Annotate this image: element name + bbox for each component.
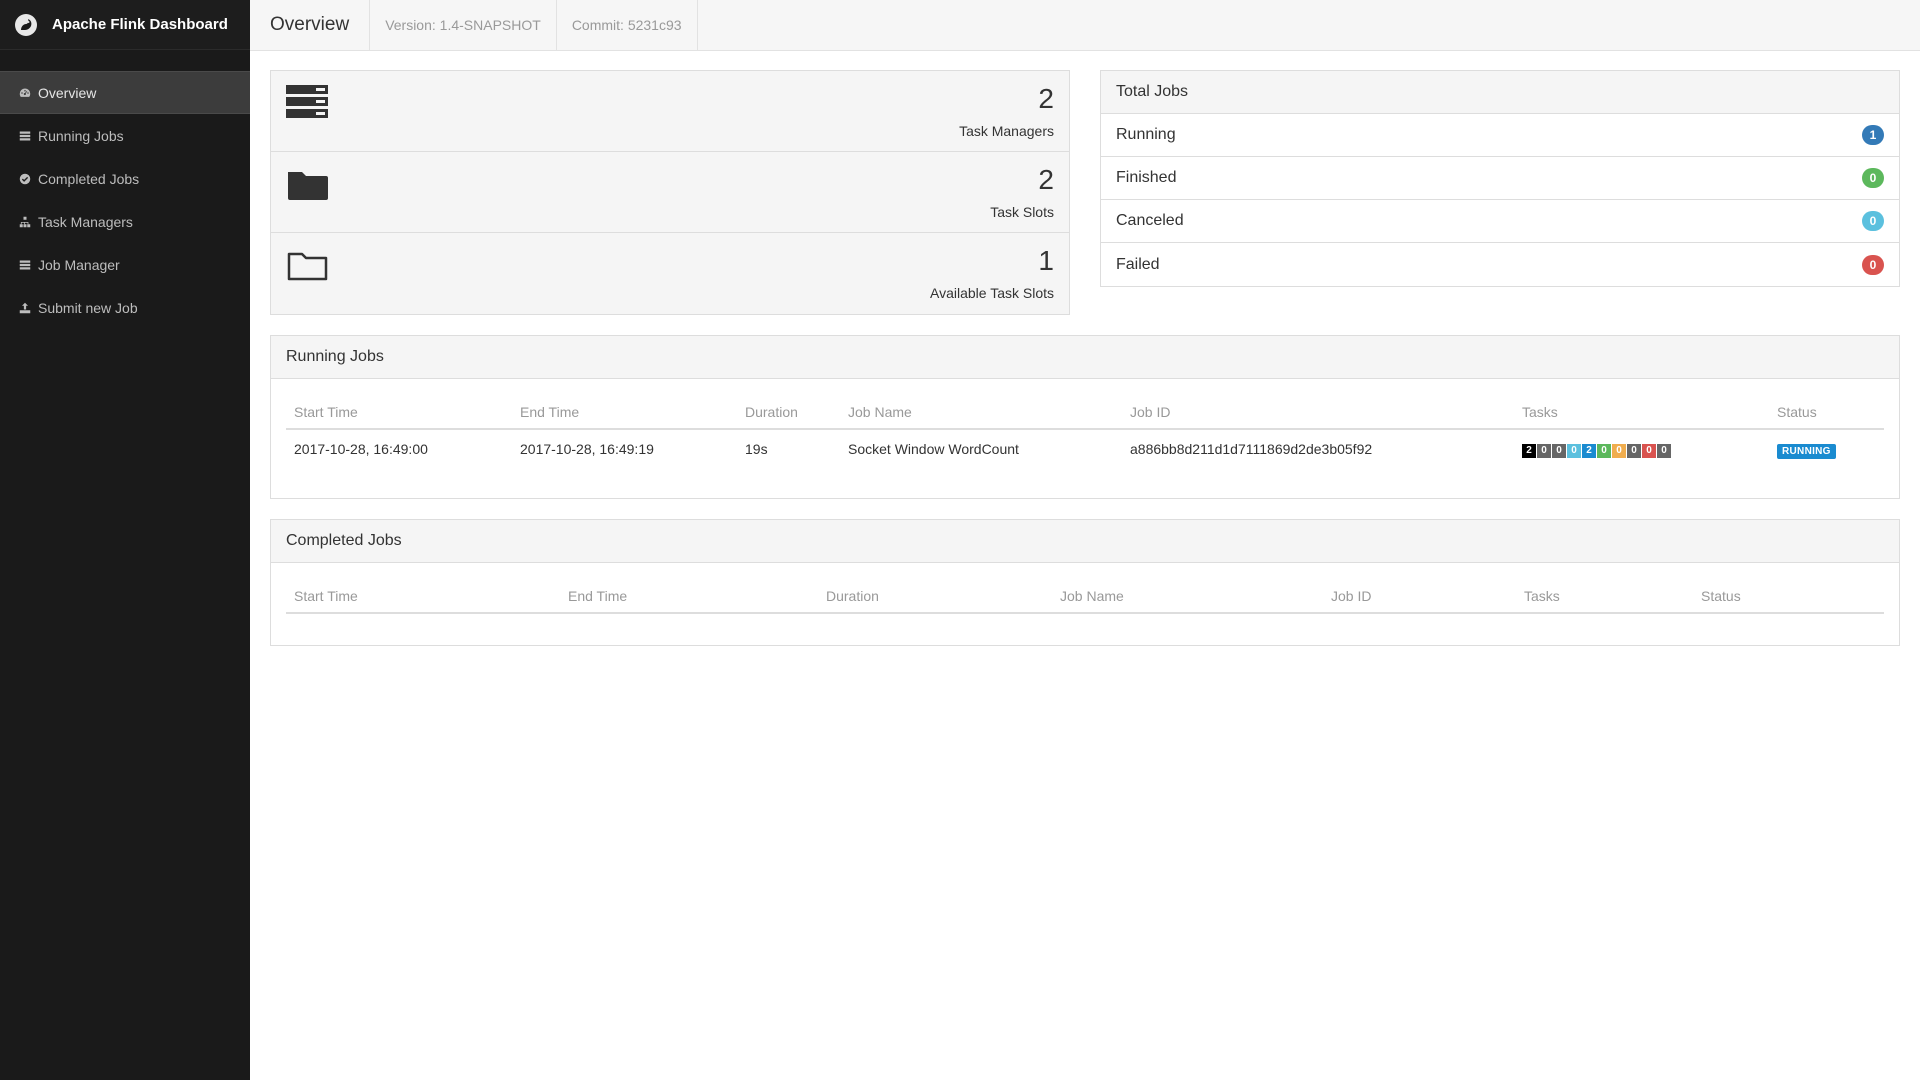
sidebar-item-running-jobs[interactable]: Running Jobs	[0, 114, 250, 157]
table-row[interactable]: 2017-10-28, 16:49:00 2017-10-28, 16:49:1…	[286, 429, 1884, 468]
count-badge: 0	[1862, 254, 1884, 275]
dashboard-icon	[18, 86, 32, 100]
column-header[interactable]: Tasks	[1514, 394, 1769, 430]
task-count-badge: 0	[1657, 443, 1671, 458]
status-badge: RUNNING	[1777, 443, 1836, 459]
row-label: Canceled	[1116, 212, 1184, 229]
column-header[interactable]: Job ID	[1323, 578, 1516, 614]
total-jobs-panel: Total Jobs Running 1 Finished 0 Canceled…	[1100, 70, 1900, 287]
end-time-cell: 2017-10-28, 16:49:19	[520, 440, 654, 457]
task-count-badge: 0	[1642, 443, 1656, 458]
sidebar-item-label: Task Managers	[38, 213, 133, 230]
sidebar-item-job-manager[interactable]: Job Manager	[0, 243, 250, 286]
count-badge: 0	[1862, 211, 1884, 231]
total-jobs-row-failed: Failed 0	[1101, 243, 1899, 286]
running-jobs-panel: Running Jobs Start Time End Time Duratio…	[270, 335, 1900, 499]
column-header[interactable]: Tasks	[1516, 578, 1693, 614]
sidebar-item-task-managers[interactable]: Task Managers	[0, 200, 250, 243]
top-bar: Overview Version: 1.4-SNAPSHOT Commit: 5…	[250, 0, 1920, 51]
tasks-cell: 2 0 0 0 2 0 0 0 0 0	[1514, 429, 1769, 468]
panel-title: Total Jobs	[1101, 71, 1899, 114]
total-jobs-row-running: Running 1	[1101, 114, 1899, 157]
panel-title: Running Jobs	[271, 336, 1899, 379]
stat-value: 1	[1038, 245, 1054, 276]
stat-label: Available Task Slots	[930, 285, 1054, 301]
column-header[interactable]: Start Time	[286, 394, 512, 430]
count-badge: 1	[1862, 125, 1884, 145]
task-count-badge: 0	[1567, 443, 1581, 458]
version-label: Version: 1.4-SNAPSHOT	[370, 0, 557, 50]
count-badge: 0	[1862, 168, 1884, 188]
column-header[interactable]: Status	[1769, 394, 1884, 430]
task-count-badge: 2	[1582, 443, 1596, 458]
task-count-badge: 0	[1597, 443, 1611, 458]
sidebar-item-label: Submit new Job	[38, 299, 138, 316]
task-status-counts: 2 0 0 0 2 0 0 0 0 0	[1522, 443, 1671, 458]
sidebar: Apache Flink Dashboard Overview Running …	[0, 0, 250, 1080]
column-header[interactable]: Job Name	[1052, 578, 1323, 614]
upload-icon	[18, 301, 32, 315]
sidebar-item-label: Running Jobs	[38, 127, 124, 144]
squirrel-icon	[14, 13, 38, 37]
sitemap-icon	[18, 215, 32, 229]
table-header-row: Start Time End Time Duration Job Name Jo…	[286, 394, 1884, 430]
column-header[interactable]: Duration	[818, 578, 1052, 614]
sidebar-nav: Overview Running Jobs Completed Jobs Tas…	[0, 71, 250, 329]
stat-value: 2	[1038, 164, 1054, 195]
stat-value: 2	[1038, 83, 1054, 114]
stat-available-task-slots: 1 Available Task Slots	[271, 233, 1069, 314]
task-count-badge: 0	[1627, 443, 1641, 458]
task-count-badge: 0	[1552, 443, 1566, 458]
completed-jobs-panel: Completed Jobs Start Time End Time Durat…	[270, 519, 1900, 646]
task-count-badge: 2	[1522, 443, 1536, 458]
column-header[interactable]: Job ID	[1122, 394, 1514, 430]
running-jobs-table: Start Time End Time Duration Job Name Jo…	[286, 394, 1884, 468]
stat-task-managers: 2 Task Managers	[271, 71, 1069, 152]
status-cell: RUNNING	[1769, 429, 1884, 468]
brand[interactable]: Apache Flink Dashboard	[0, 0, 250, 50]
row-label: Finished	[1116, 169, 1177, 186]
sidebar-item-submit-new-job[interactable]: Submit new Job	[0, 286, 250, 329]
app-title: Apache Flink Dashboard	[52, 16, 228, 33]
stat-label: Task Managers	[959, 123, 1054, 139]
sidebar-item-label: Overview	[38, 84, 97, 101]
job-id-cell: a886bb8d211d1d7111869d2de3b05f92	[1130, 440, 1373, 457]
cluster-stats-panel: 2 Task Managers 2 Task Slots 1 Available…	[270, 70, 1070, 315]
tasks-icon	[18, 258, 32, 272]
row-label: Running	[1116, 126, 1176, 143]
page-title: Overview	[250, 0, 371, 50]
column-header[interactable]: Job Name	[840, 394, 1122, 430]
column-header[interactable]: End Time	[512, 394, 737, 430]
row-label: Failed	[1116, 255, 1160, 273]
total-jobs-row-canceled: Canceled 0	[1101, 200, 1899, 243]
column-header[interactable]: End Time	[560, 578, 818, 614]
sidebar-item-label: Job Manager	[38, 256, 120, 273]
stat-label: Task Slots	[990, 204, 1054, 220]
folder-icon	[286, 164, 330, 204]
task-count-badge: 0	[1537, 443, 1551, 458]
folder-open-icon	[286, 245, 330, 285]
completed-jobs-table: Start Time End Time Duration Job Name Jo…	[286, 578, 1884, 614]
start-time-cell: 2017-10-28, 16:49:00	[294, 440, 428, 457]
stat-task-slots: 2 Task Slots	[271, 152, 1069, 233]
sidebar-item-completed-jobs[interactable]: Completed Jobs	[0, 157, 250, 200]
column-header[interactable]: Status	[1693, 578, 1884, 614]
commit-label: Commit: 5231c93	[557, 0, 698, 50]
job-name-cell: Socket Window WordCount	[848, 440, 1019, 457]
sidebar-item-overview[interactable]: Overview	[0, 71, 250, 114]
panel-title: Completed Jobs	[271, 520, 1899, 563]
duration-cell: 19s	[745, 440, 768, 457]
column-header[interactable]: Start Time	[286, 578, 560, 614]
tasks-icon	[18, 129, 32, 143]
sidebar-item-label: Completed Jobs	[38, 170, 140, 187]
total-jobs-row-finished: Finished 0	[1101, 157, 1899, 200]
column-header[interactable]: Duration	[737, 394, 840, 430]
task-count-badge: 0	[1612, 443, 1626, 458]
server-icon	[286, 83, 330, 123]
check-circle-icon	[18, 172, 32, 186]
table-header-row: Start Time End Time Duration Job Name Jo…	[286, 578, 1884, 614]
